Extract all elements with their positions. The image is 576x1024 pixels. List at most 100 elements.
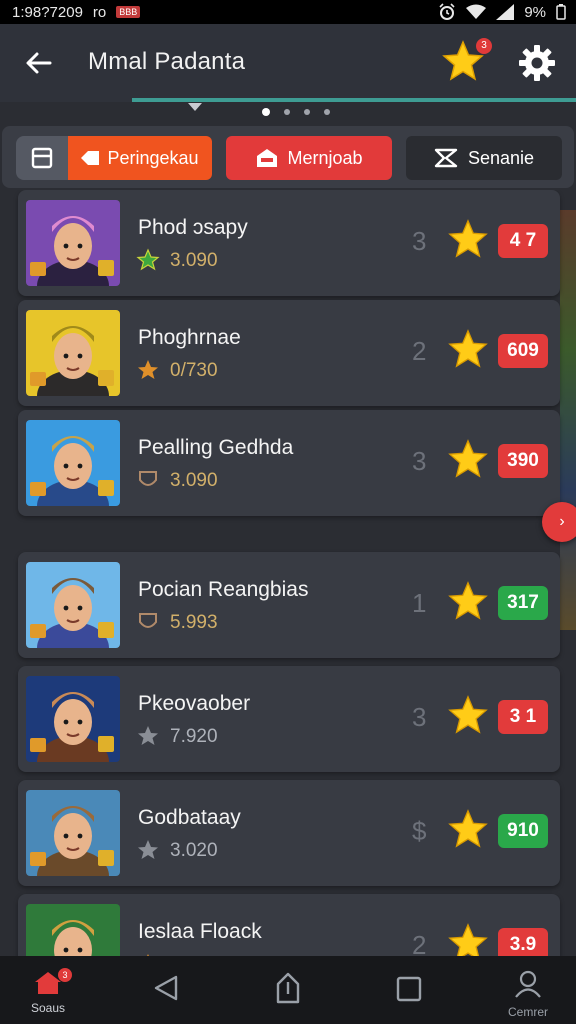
grid-toggle-button[interactable]	[16, 136, 68, 180]
ticket-icon	[81, 151, 100, 165]
shield-icon	[136, 610, 160, 634]
battery-icon	[556, 4, 566, 20]
square-icon	[396, 976, 422, 1002]
app-header: Mmal Padanta 3	[0, 24, 576, 102]
player-rank: 3	[412, 226, 427, 256]
nav-profile-button[interactable]: Cemrer	[506, 970, 550, 1019]
star-grey-icon	[136, 724, 160, 748]
nav-home-count-badge: 3	[58, 968, 72, 982]
player-rank: $	[412, 816, 427, 846]
star-grey-icon	[136, 838, 160, 862]
bag-icon	[257, 149, 278, 167]
player-score: 3.090	[170, 250, 218, 271]
nav-share-button[interactable]	[274, 972, 302, 1009]
star-icon	[448, 809, 488, 848]
person-icon	[515, 970, 541, 998]
tab-label: Senanie	[467, 147, 535, 168]
favorite-star-button[interactable]	[446, 328, 490, 370]
player-name: Godbataay	[138, 806, 241, 829]
status-bar: 1:98?7209 ro BBB 9%	[0, 0, 576, 24]
favorite-star-button[interactable]	[446, 808, 490, 850]
battery-level: 9%	[524, 3, 546, 21]
player-name: Phod ɔsapy	[138, 216, 248, 239]
nav-back-button[interactable]	[152, 974, 180, 1007]
player-row[interactable]: Pocian Reangbias 5.993 1 317	[18, 552, 560, 658]
player-rank: 3	[412, 446, 427, 476]
favorite-star-button[interactable]	[446, 438, 490, 480]
player-avatar	[26, 200, 120, 286]
settings-button[interactable]	[516, 42, 558, 84]
status-time: 1:98?7209	[12, 3, 83, 21]
player-row[interactable]: Ieslaa Floack3.02023.9	[18, 894, 560, 956]
player-score: 3.090	[170, 470, 218, 491]
player-level-badge: 3.9	[498, 928, 548, 956]
nav-profile-label: Cemrer	[507, 1005, 548, 1019]
pager-caret-icon	[188, 103, 202, 111]
status-carrier: ro	[92, 3, 107, 21]
player-row[interactable]: Phoghrnae 0/730 2 609	[18, 300, 560, 406]
back-button[interactable]	[24, 48, 54, 78]
player-row[interactable]: Pkeovaober 7.920 3 3 1	[18, 666, 560, 772]
player-rank: 1	[412, 588, 427, 618]
upload-icon	[276, 972, 300, 1004]
star-icon	[448, 329, 488, 368]
player-level-badge: 3 1	[498, 700, 548, 734]
page-title: Mmal Padanta	[88, 48, 246, 75]
alarm-icon	[439, 3, 455, 20]
player-avatar	[26, 420, 120, 506]
triangle-back-icon	[154, 975, 178, 1001]
player-name: Pocian Reangbias	[138, 578, 309, 601]
player-score: 7.920	[170, 726, 218, 747]
favorite-star-button[interactable]	[446, 218, 490, 260]
tab-peringekau[interactable]: Peringekau	[68, 136, 212, 180]
pager-dot[interactable]	[304, 109, 310, 115]
pager-dots	[262, 108, 330, 116]
favorite-star-button[interactable]	[446, 580, 490, 622]
pager-dot[interactable]	[284, 109, 290, 115]
player-level-badge: 4 7	[498, 224, 548, 258]
player-score: 3.020	[170, 840, 218, 861]
player-rank: 2	[412, 930, 427, 956]
back-arrow-icon	[26, 52, 52, 74]
player-score: 0/730	[170, 360, 218, 381]
status-right: 9%	[438, 3, 566, 21]
nav-home-label: Soaus	[30, 1001, 66, 1015]
player-avatar	[26, 676, 120, 762]
share-icon	[434, 148, 458, 168]
star-icon	[448, 923, 488, 956]
status-notification-badge: BBB	[116, 6, 141, 18]
player-rank: 2	[412, 336, 427, 366]
pager-dot[interactable]	[262, 108, 270, 116]
star-outline-icon	[136, 248, 160, 272]
tab-label: Peringekau	[107, 147, 199, 168]
player-row[interactable]: Godbataay 3.020 $910	[18, 780, 560, 886]
grid-icon	[31, 147, 53, 169]
bottom-nav-bar: 3 Soaus Cemrer	[0, 956, 576, 1024]
player-score: 5.993	[170, 612, 218, 633]
player-level-badge: 317	[498, 586, 548, 620]
tab-label: Mernjoab	[287, 147, 363, 168]
tab-mernjoab[interactable]: Mernjoab	[226, 136, 392, 180]
player-avatar	[26, 790, 120, 876]
star-icon	[448, 581, 488, 620]
pager-dot[interactable]	[324, 109, 330, 115]
nav-recents-button[interactable]	[396, 976, 422, 1007]
favorite-star-button[interactable]	[446, 694, 490, 736]
player-avatar	[26, 310, 120, 396]
player-level-badge: 609	[498, 334, 548, 368]
player-name: Pkeovaober	[138, 692, 251, 715]
shield-icon	[136, 468, 160, 492]
star-icon	[448, 439, 488, 478]
scroll-button[interactable]: ›	[542, 502, 576, 542]
status-left: 1:98?7209 ro BBB	[12, 3, 141, 21]
favorite-star-button[interactable]	[446, 922, 490, 956]
player-row[interactable]: Pealling Gedhda 3.090 3 390	[18, 410, 560, 516]
tabs-container: Peringekau Mernjoab Senanie	[2, 126, 574, 188]
nav-home-button[interactable]: 3 Soaus	[28, 968, 72, 1015]
tab-senanie[interactable]: Senanie	[406, 136, 562, 180]
player-avatar	[26, 904, 120, 956]
player-row[interactable]: Phod ɔsapy 3.090 3 4 7	[18, 190, 560, 296]
signal-icon	[496, 4, 515, 20]
gear-icon	[519, 45, 555, 81]
player-rank: 3	[412, 702, 427, 732]
